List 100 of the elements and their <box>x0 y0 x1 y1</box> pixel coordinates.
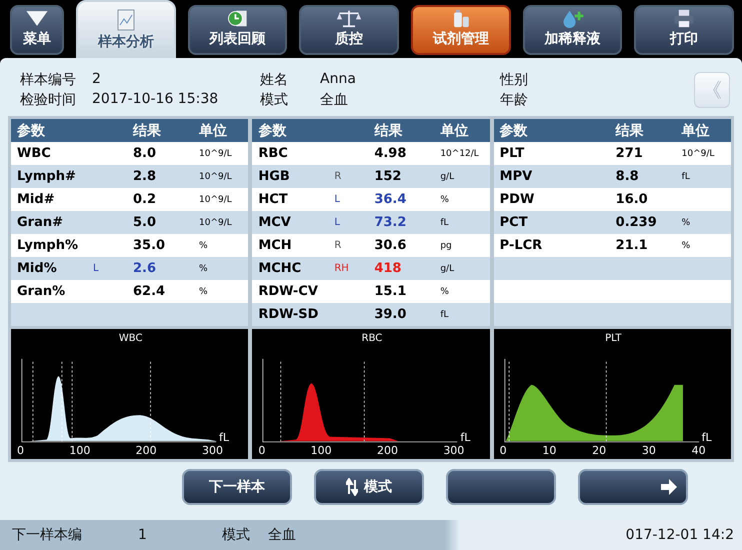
result-value: 418 <box>374 261 402 276</box>
unit-text: fL <box>440 218 449 228</box>
unit-text: g/L <box>440 264 454 274</box>
status-value: 全血 <box>268 526 297 544</box>
unit-text: fL <box>440 310 449 320</box>
axis-tick-label: 200 <box>136 444 157 457</box>
parameter-name: PDW <box>500 192 536 207</box>
result-value: 271 <box>616 146 644 161</box>
field-label: 姓名 <box>260 71 289 89</box>
axis-tick-label: 200 <box>376 444 398 457</box>
parameter-name: PCT <box>500 215 529 230</box>
result-value: 35.0 <box>133 238 166 253</box>
unit-text: % <box>440 286 449 296</box>
toolbar-tab[interactable]: 列表回顾 <box>188 5 288 55</box>
flag-text: L <box>334 194 340 205</box>
result-value: 0.239 <box>616 215 658 230</box>
unit-text: % <box>199 286 208 296</box>
result-value: 5.0 <box>133 215 158 230</box>
action-button[interactable]: 下一样本 <box>182 469 292 505</box>
parameter-name: HGB <box>258 169 291 184</box>
parameter-name: RBC <box>258 146 289 161</box>
field-value: 2 <box>92 71 102 89</box>
flag-text: R <box>334 171 342 182</box>
result-value: 152 <box>374 169 402 184</box>
histogram-title: WBC <box>118 333 142 344</box>
histogram-title: RBC <box>362 333 382 344</box>
parameter-name: MCH <box>258 238 293 253</box>
toolbar-tab[interactable]: 打印 <box>634 5 734 55</box>
unit-text: % <box>682 218 690 228</box>
field-label: 年龄 <box>500 91 529 109</box>
field-value: 全血 <box>320 91 349 109</box>
axis-unit: fL <box>460 431 470 444</box>
column-header: 结果 <box>374 122 404 140</box>
parameter-name: RDW-SD <box>258 307 320 322</box>
axis-tick-label: 40 <box>692 444 706 457</box>
flag-text: RH <box>334 263 349 274</box>
unit-text: pg <box>440 240 452 250</box>
result-value: 2.6 <box>133 261 158 276</box>
unit-text: % <box>199 240 208 250</box>
column-header: 参数 <box>17 122 46 140</box>
unit-text: % <box>199 264 208 274</box>
result-value: 21.1 <box>616 238 649 253</box>
result-value: 8.8 <box>616 169 640 184</box>
toolbar-tab[interactable]: 质控 <box>299 5 400 55</box>
field-label: 模式 <box>260 91 289 109</box>
flag-text: L <box>334 217 340 228</box>
column-header: 结果 <box>616 122 645 140</box>
action-button[interactable]: 模式 <box>314 469 424 505</box>
parameter-name: Mid% <box>17 261 58 276</box>
parameter-name: WBC <box>17 146 52 161</box>
status-label: 模式 <box>222 526 251 544</box>
field-label: 性别 <box>500 71 529 89</box>
result-value: 16.0 <box>616 192 649 207</box>
status-datetime: 017-12-01 14:2 <box>626 527 734 543</box>
parameter-name: Lymph% <box>17 238 80 253</box>
status-value: 1 <box>138 527 148 543</box>
parameter-name: PLT <box>500 146 526 161</box>
toolbar-tab[interactable]: 样本分析 <box>76 0 176 58</box>
parameter-name: HCT <box>258 192 289 207</box>
swap-arrows-icon <box>346 478 358 496</box>
scale-icon <box>335 9 364 28</box>
result-value: 30.6 <box>374 238 408 253</box>
toolbar-tab[interactable]: 试剂管理 <box>411 5 511 55</box>
result-value: 15.1 <box>374 284 408 299</box>
histogram-title: PLT <box>605 333 622 344</box>
parameter-name: Lymph# <box>17 169 77 184</box>
axis-tick-label: 30 <box>642 444 656 457</box>
unit-text: g/L <box>440 172 454 182</box>
result-value: 36.4 <box>374 192 408 207</box>
column-header: 单位 <box>682 122 711 140</box>
field-label: 检验时间 <box>20 91 77 109</box>
action-button[interactable] <box>578 469 688 505</box>
result-value: 62.4 <box>133 284 166 299</box>
parameter-name: Gran% <box>17 284 66 299</box>
unit-text: 10^9/L <box>199 172 232 182</box>
axis-tick-label: 100 <box>310 444 332 457</box>
toolbar-tab[interactable]: 加稀释液 <box>522 5 622 55</box>
unit-text: 10^9/L <box>199 194 232 204</box>
field-value: Anna <box>320 71 357 89</box>
unit-text: % <box>682 240 690 250</box>
parameter-name: MPV <box>500 169 534 184</box>
axis-tick-label: 10 <box>542 444 556 457</box>
flag-text: L <box>93 263 99 274</box>
toolbar-tab[interactable]: 菜单 <box>10 5 64 55</box>
flag-text: R <box>334 240 342 251</box>
axis-tick-label: 300 <box>202 444 223 457</box>
field-label: 样本编号 <box>20 71 77 89</box>
axis-tick-label: 300 <box>443 444 464 457</box>
axis-unit: fL <box>219 431 230 444</box>
axis-unit: fL <box>702 431 712 444</box>
column-header: 单位 <box>199 122 228 140</box>
column-header: 参数 <box>258 122 288 140</box>
parameter-name: RDW-CV <box>258 284 319 299</box>
result-value: 8.0 <box>133 146 158 161</box>
field-value: 2017-10-16 15:38 <box>92 91 220 109</box>
status-label: 下一样本编 <box>12 526 83 544</box>
unit-text: 10^9/L <box>199 218 232 228</box>
parameter-name: MCV <box>258 215 292 230</box>
axis-tick-label: 100 <box>69 444 90 457</box>
parameter-name: P-LCR <box>500 238 544 253</box>
